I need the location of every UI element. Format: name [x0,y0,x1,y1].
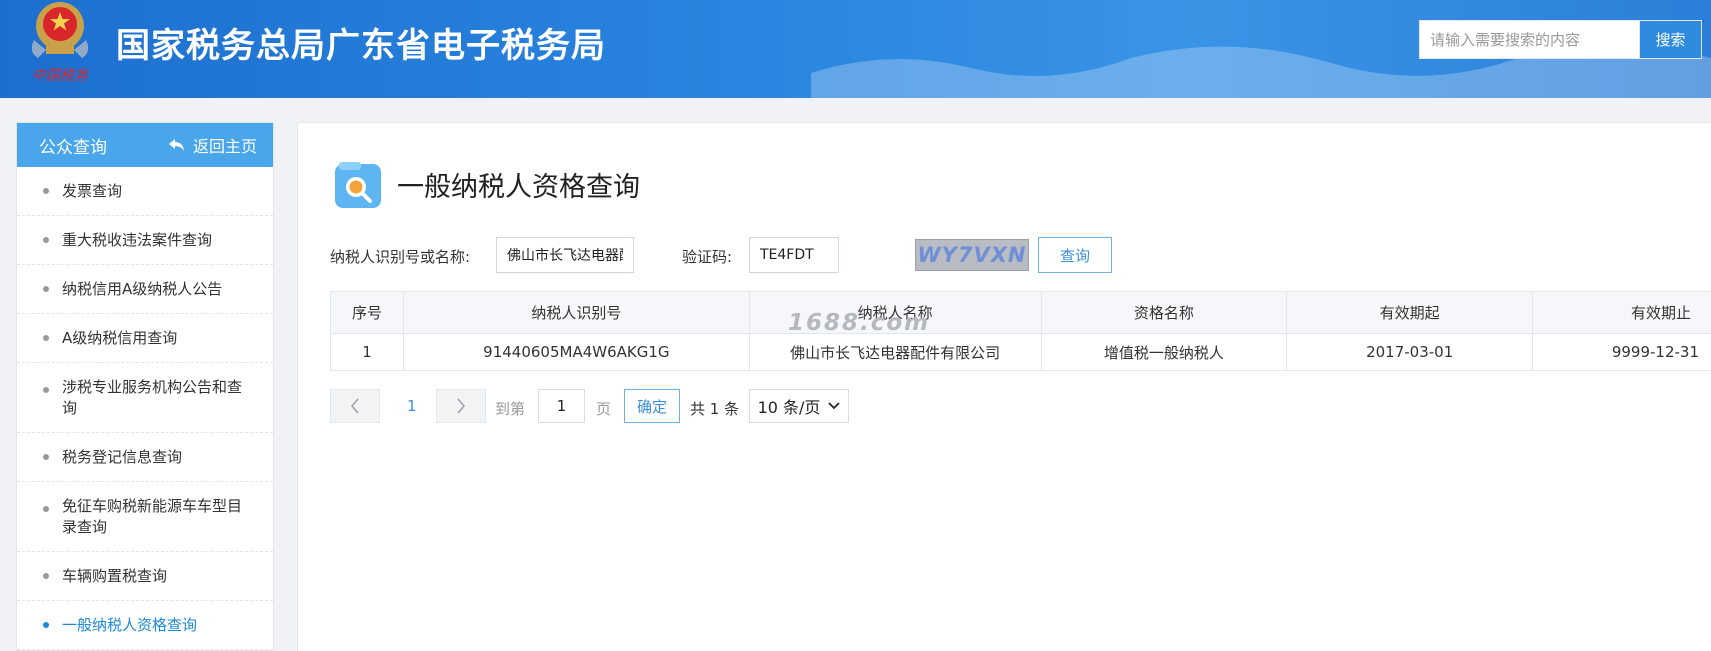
header-seq: 序号 [330,291,404,334]
header-search: 搜索 [1419,20,1702,59]
bullet-icon [43,237,49,243]
sidebar-item-vehicle-tax-query[interactable]: 车辆购置税查询 [17,552,273,601]
site-title: 国家税务总局广东省电子税务局 [116,26,606,66]
sidebar-item-registration-query[interactable]: 税务登记信息查询 [17,433,273,482]
taxpayer-input[interactable] [496,237,634,273]
page-size-value: 10 条/页 [757,398,821,417]
prev-page-button[interactable] [330,389,380,423]
bullet-icon [43,622,49,628]
query-form: 纳税人识别号或名称: 验证码: WY7VXN 查询 [330,237,1430,273]
table-header-row: 序号 纳税人识别号 纳税人名称 资格名称 有效期起 有效期止 [330,291,1711,334]
next-page-button[interactable] [436,389,486,423]
bullet-icon [43,573,49,579]
chevron-right-icon [457,398,465,414]
sidebar-item-nev-catalog-query[interactable]: 免征车购税新能源车车型目录查询 [17,482,273,552]
bullet-icon [43,286,49,292]
sidebar: 公众查询 返回主页 发票查询 重大税收违法案件查询 纳税信用A级纳税人公告 A级… [16,122,274,651]
cell-seq: 1 [330,333,404,371]
pagination: 1 到第 页 确定 共 1 条 10 条/页 [330,389,930,423]
goto-page-input[interactable] [538,389,585,423]
sidebar-item-tax-agency-query[interactable]: 涉税专业服务机构公告和查询 [17,363,273,433]
search-folder-icon [335,162,381,208]
result-table: 序号 纳税人识别号 纳税人名称 资格名称 有效期起 有效期止 1 9144060… [330,291,1711,371]
page-size-select[interactable]: 10 条/页 [749,389,849,423]
sidebar-header: 公众查询 返回主页 [17,123,273,167]
goto-confirm-button[interactable]: 确定 [624,389,680,423]
site-header: 中国税务 国家税务总局广东省电子税务局 搜索 [0,0,1711,98]
sidebar-item-major-violation-query[interactable]: 重大税收违法案件查询 [17,216,273,265]
header-valid-to: 有效期止 [1532,291,1711,334]
total-count: 共 1 条 [690,400,740,418]
bullet-icon [43,387,49,393]
goto-suffix: 页 [596,400,612,418]
national-emblem-icon: 中国税务 [31,2,89,84]
captcha-label: 验证码: [682,248,733,266]
cell-taxpayer-id: 91440605MA4W6AKG1G [402,333,750,371]
table-row: 1 91440605MA4W6AKG1G 佛山市长飞达电器配件有限公司 增值税一… [330,333,1711,371]
header-taxpayer-id: 纳税人识别号 [402,291,750,334]
watermark-text: 1688.com [788,310,931,336]
header-valid-from: 有效期起 [1286,291,1534,334]
captcha-input[interactable] [749,237,839,273]
search-button[interactable]: 搜索 [1639,20,1702,59]
chevron-down-icon [828,402,841,410]
cell-qualification: 增值税一般纳税人 [1040,333,1288,371]
back-home-link[interactable]: 返回主页 [168,133,257,157]
page-number-current[interactable]: 1 [407,397,417,415]
query-button[interactable]: 查询 [1038,237,1112,273]
sidebar-item-general-taxpayer-query[interactable]: 一般纳税人资格查询 [17,601,273,650]
svg-text:中国税务: 中国税务 [32,68,89,84]
header-qualification: 资格名称 [1040,291,1288,334]
sidebar-title: 公众查询 [39,137,107,158]
captcha-image[interactable]: WY7VXN [915,239,1029,271]
taxpayer-label: 纳税人识别号或名称: [330,248,471,266]
chevron-left-icon [351,398,359,414]
cell-valid-from: 2017-03-01 [1286,333,1534,371]
cell-taxpayer-name: 佛山市长飞达电器配件有限公司 [748,333,1042,371]
cell-valid-to: 9999-12-31 [1532,333,1711,371]
page-title: 一般纳税人资格查询 [397,172,640,203]
sidebar-item-a-credit-notice[interactable]: 纳税信用A级纳税人公告 [17,265,273,314]
back-home-label: 返回主页 [192,137,257,156]
search-input[interactable] [1419,20,1639,59]
sidebar-item-invoice-query[interactable]: 发票查询 [17,167,273,216]
bullet-icon [43,335,49,341]
sidebar-item-a-credit-query[interactable]: A级纳税信用查询 [17,314,273,363]
bullet-icon [43,454,49,460]
main-panel: 一般纳税人资格查询 纳税人识别号或名称: 验证码: WY7VXN 查询 序号 纳… [297,122,1711,651]
reply-arrow-icon [168,139,184,151]
bullet-icon [43,506,49,512]
goto-prefix: 到第 [495,400,526,418]
bullet-icon [43,188,49,194]
